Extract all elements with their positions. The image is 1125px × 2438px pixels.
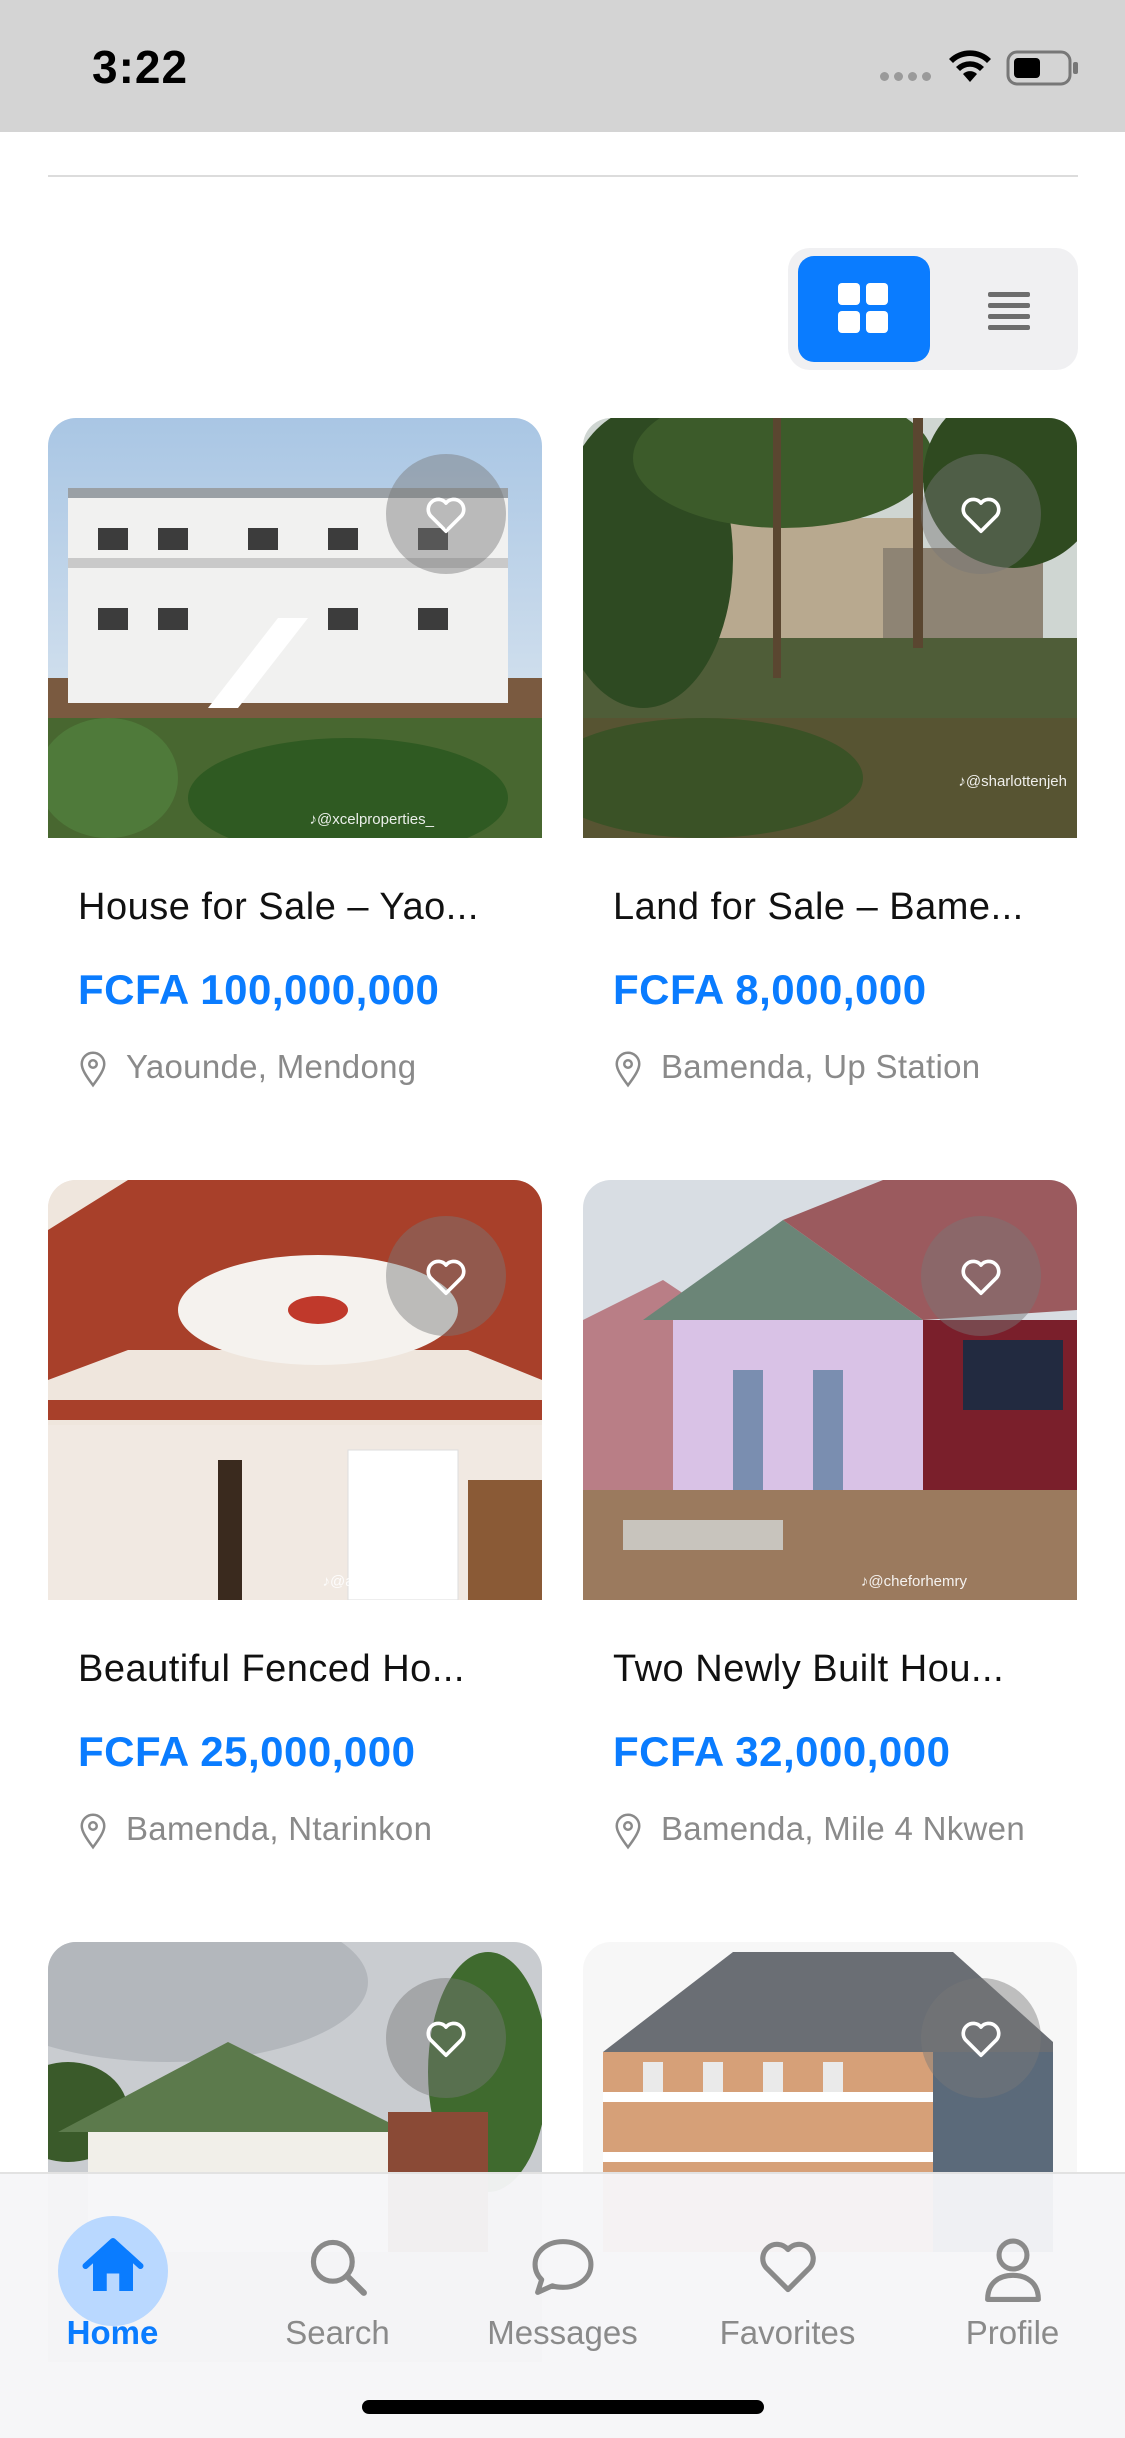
tab-home[interactable]: Home — [0, 2174, 225, 2374]
listing-card[interactable]: ♪@sharlottenjeh Land for Sale – Bame... … — [583, 418, 1077, 1098]
listing-photo[interactable]: ♪@sharlottenjeh — [583, 418, 1077, 838]
tab-label: Profile — [965, 2314, 1060, 2351]
photo-watermark: ♪@agentnjume1 — [322, 1573, 432, 1590]
favorite-button[interactable] — [921, 454, 1041, 574]
listing-card[interactable]: ♪@agentnjume1 Beautiful Fenced Ho... FCF… — [48, 1180, 542, 1860]
photo-watermark: ♪@cheforhemry — [860, 1573, 967, 1590]
listing-location: Yaounde, Mendong — [126, 1048, 417, 1085]
listing-card[interactable]: ♪@cheforhemry Two Newly Built Hou... FCF… — [583, 1180, 1077, 1860]
listing-title: House for Sale – Yao... — [78, 886, 479, 928]
tab-label: Search — [285, 2314, 390, 2351]
location-pin-icon — [80, 1051, 106, 1088]
listing-card[interactable]: ♪@xcelproperties_ House for Sale – Yao..… — [48, 418, 542, 1098]
favorite-button[interactable] — [386, 1216, 506, 1336]
listing-location: Bamenda, Mile 4 Nkwen — [661, 1810, 1025, 1847]
listing-card[interactable] — [48, 1942, 542, 2362]
cellular-signal-icon — [880, 72, 934, 82]
tab-profile[interactable]: Profile — [900, 2174, 1125, 2374]
magnifier-icon — [310, 2239, 367, 2296]
chat-bubble-icon — [532, 2239, 593, 2295]
listing-price: FCFA 8,000,000 — [613, 966, 927, 1013]
tab-messages[interactable]: Messages — [450, 2174, 675, 2374]
heart-icon — [426, 1259, 466, 1296]
header-divider — [48, 175, 1078, 177]
tab-label: Home — [66, 2314, 159, 2351]
wifi-icon — [949, 50, 991, 82]
heart-icon — [961, 2021, 1001, 2058]
home-indicator — [362, 2400, 764, 2414]
tab-label: Messages — [487, 2314, 638, 2351]
favorite-button[interactable] — [921, 1216, 1041, 1336]
house-icon — [82, 2238, 143, 2291]
listing-location: Bamenda, Up Station — [661, 1048, 981, 1085]
listing-price: FCFA 25,000,000 — [78, 1728, 416, 1775]
listing-title: Beautiful Fenced Ho... — [78, 1648, 465, 1690]
listing-price: FCFA 32,000,000 — [613, 1728, 951, 1775]
heart-icon — [426, 497, 466, 534]
location-pin-icon — [80, 1813, 106, 1850]
listing-location: Bamenda, Ntarinkon — [126, 1810, 433, 1847]
list-view-button[interactable] — [948, 256, 1068, 362]
favorite-button[interactable] — [386, 454, 506, 574]
listing-photo[interactable]: ♪@cheforhemry — [583, 1180, 1077, 1600]
person-icon — [984, 2238, 1041, 2302]
listing-price: FCFA 100,000,000 — [78, 966, 440, 1013]
tab-label: Favorites — [719, 2314, 856, 2351]
view-mode-toggle — [788, 248, 1078, 370]
favorite-button[interactable] — [921, 1978, 1041, 2098]
listing-card[interactable] — [583, 1942, 1077, 2362]
photo-watermark: ♪@xcelproperties_ — [309, 811, 434, 828]
listing-title: Two Newly Built Hou... — [613, 1648, 1005, 1690]
location-pin-icon — [615, 1051, 641, 1088]
status-time: 3:22 — [92, 41, 189, 93]
status-bar: 3:22 — [0, 0, 1125, 132]
tab-bar: Home Search Messages Favorites Profile — [0, 2172, 1125, 2438]
heart-icon — [961, 1259, 1001, 1296]
heart-icon — [961, 497, 1001, 534]
listing-photo[interactable]: ♪@xcelproperties_ — [48, 418, 542, 838]
tab-search[interactable]: Search — [225, 2174, 450, 2374]
tab-favorites[interactable]: Favorites — [675, 2174, 900, 2374]
battery-icon — [1006, 50, 1078, 86]
photo-watermark: ♪@sharlottenjeh — [958, 773, 1067, 790]
listing-title: Land for Sale – Bame... — [613, 886, 1024, 928]
favorite-button[interactable] — [386, 1978, 506, 2098]
grid-view-button[interactable] — [798, 256, 930, 362]
heart-icon — [426, 2021, 466, 2058]
heart-icon — [759, 2241, 816, 2293]
location-pin-icon — [615, 1813, 641, 1850]
listing-photo[interactable]: ♪@agentnjume1 — [48, 1180, 542, 1600]
